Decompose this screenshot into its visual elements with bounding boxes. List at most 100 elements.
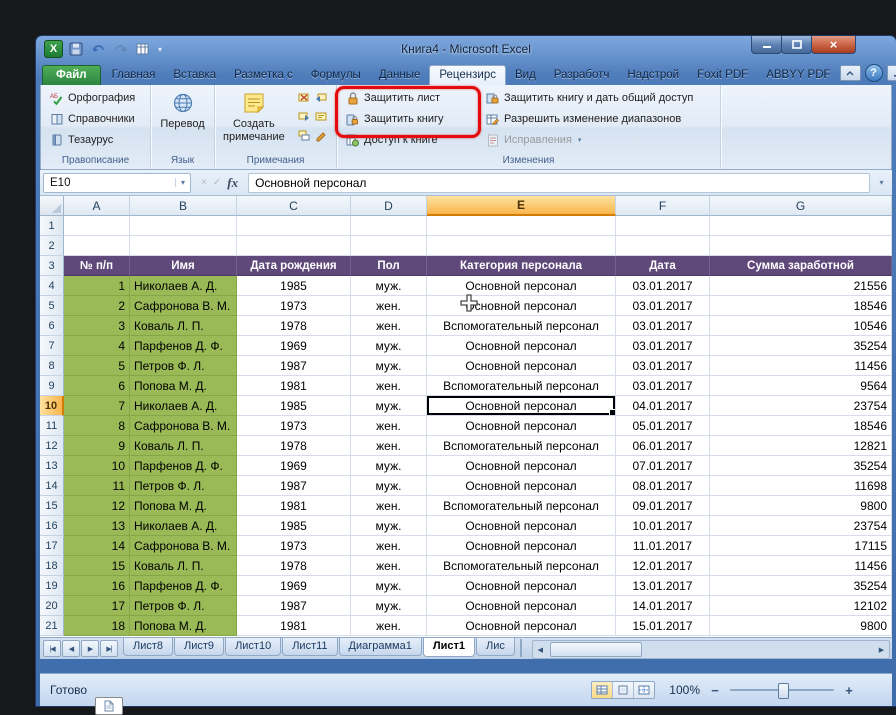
formula-bar-expand-icon[interactable]: ▾ [874, 178, 889, 187]
cell-F21[interactable]: 15.01.2017 [616, 616, 710, 636]
cell-G2[interactable] [710, 236, 892, 256]
cell-E18[interactable]: Вспомогательный персонал [427, 556, 616, 576]
cell-F4[interactable]: 03.01.2017 [616, 276, 710, 296]
normal-view-button[interactable] [592, 682, 614, 698]
cell-G1[interactable] [710, 216, 892, 236]
zoom-slider-handle[interactable] [778, 683, 789, 699]
cell-G16[interactable]: 23754 [710, 516, 892, 536]
cell-G12[interactable]: 12821 [710, 436, 892, 456]
next-comment-icon[interactable] [297, 110, 311, 124]
redo-icon[interactable] [111, 41, 129, 58]
zoom-in-button[interactable]: + [842, 683, 856, 698]
cell-D5[interactable]: жен. [351, 296, 427, 316]
cell-A10[interactable]: 7 [64, 396, 130, 416]
cell-E21[interactable]: Основной персонал [427, 616, 616, 636]
cell-E11[interactable]: Основной персонал [427, 416, 616, 436]
column-header-D[interactable]: D [351, 196, 427, 216]
cell-C13[interactable]: 1969 [237, 456, 351, 476]
cell-A7[interactable]: 4 [64, 336, 130, 356]
ribbon-tab-Данные[interactable]: Данные [370, 66, 430, 85]
row-header-15[interactable]: 15 [40, 496, 64, 516]
cell-D8[interactable]: муж. [351, 356, 427, 376]
cell-E12[interactable]: Вспомогательный персонал [427, 436, 616, 456]
cell-B14[interactable]: Петров Ф. Л. [130, 476, 237, 496]
cell-E20[interactable]: Основной персонал [427, 596, 616, 616]
spelling-button[interactable]: АБ Орфография [45, 88, 148, 108]
cell-F18[interactable]: 12.01.2017 [616, 556, 710, 576]
row-header-21[interactable]: 21 [40, 616, 64, 636]
close-button[interactable]: × [811, 36, 856, 54]
cell-C11[interactable]: 1973 [237, 416, 351, 436]
cell-F12[interactable]: 06.01.2017 [616, 436, 710, 456]
prev-sheet-icon[interactable]: ◀ [62, 640, 80, 657]
maximize-button[interactable] [781, 36, 812, 54]
row-header-17[interactable]: 17 [40, 536, 64, 556]
cell-B5[interactable]: Сафронова В. М. [130, 296, 237, 316]
row-header-12[interactable]: 12 [40, 436, 64, 456]
cell-A14[interactable]: 11 [64, 476, 130, 496]
sheet-tab-Диаграмма1[interactable]: Диаграмма1 [338, 638, 422, 656]
cell-B11[interactable]: Сафронова В. М. [130, 416, 237, 436]
sheet-tab-Лист1[interactable]: Лист1 [422, 638, 475, 657]
cell-A13[interactable]: 10 [64, 456, 130, 476]
cell-B3[interactable]: Имя [130, 256, 237, 276]
cell-A9[interactable]: 6 [64, 376, 130, 396]
cell-B13[interactable]: Парфенов Д. Ф. [130, 456, 237, 476]
sheet-tab-Лист11[interactable]: Лист11 [282, 638, 338, 656]
cell-E6[interactable]: Вспомогательный персонал [427, 316, 616, 336]
cell-D9[interactable]: жен. [351, 376, 427, 396]
cell-G7[interactable]: 35254 [710, 336, 892, 356]
cell-A11[interactable]: 8 [64, 416, 130, 436]
cell-F6[interactable]: 03.01.2017 [616, 316, 710, 336]
ribbon-tab-Надстрой[interactable]: Надстрой [618, 66, 688, 85]
cell-D20[interactable]: муж. [351, 596, 427, 616]
cell-C12[interactable]: 1978 [237, 436, 351, 456]
enter-entry-icon[interactable]: ✓ [213, 177, 221, 188]
row-header-19[interactable]: 19 [40, 576, 64, 596]
cell-B6[interactable]: Коваль Л. П. [130, 316, 237, 336]
cell-F9[interactable]: 03.01.2017 [616, 376, 710, 396]
cell-G11[interactable]: 18546 [710, 416, 892, 436]
zoom-slider[interactable] [730, 683, 834, 699]
cell-G20[interactable]: 12102 [710, 596, 892, 616]
show-hide-comment-icon[interactable] [314, 110, 328, 124]
cell-G17[interactable]: 17115 [710, 536, 892, 556]
ribbon-tab-ABBYY PDF[interactable]: ABBYY PDF [757, 66, 839, 85]
cell-D19[interactable]: муж. [351, 576, 427, 596]
column-header-G[interactable]: G [710, 196, 892, 216]
scroll-track[interactable] [548, 641, 874, 658]
cell-E19[interactable]: Основной персонал [427, 576, 616, 596]
cell-D17[interactable]: жен. [351, 536, 427, 556]
cell-B9[interactable]: Попова М. Д. [130, 376, 237, 396]
name-box-dropdown-icon[interactable]: ▾ [175, 178, 190, 187]
row-header-7[interactable]: 7 [40, 336, 64, 356]
cell-G3[interactable]: Сумма заработной [710, 256, 892, 276]
ribbon-tab-Foxit PDF[interactable]: Foxit PDF [688, 66, 757, 85]
cell-D12[interactable]: жен. [351, 436, 427, 456]
minimize-ribbon-icon[interactable] [839, 65, 861, 81]
protect-and-share-button[interactable]: Защитить книгу и дать общий доступ [481, 88, 697, 108]
excel-logo-icon[interactable]: X [44, 40, 63, 58]
cell-G13[interactable]: 35254 [710, 456, 892, 476]
cell-G10[interactable]: 23754 [710, 396, 892, 416]
cell-A21[interactable]: 18 [64, 616, 130, 636]
table-tool-icon[interactable] [133, 41, 151, 58]
cell-C5[interactable]: 1973 [237, 296, 351, 316]
previous-comment-icon[interactable] [314, 91, 328, 105]
cell-B12[interactable]: Коваль Л. П. [130, 436, 237, 456]
cell-E4[interactable]: Основной персонал [427, 276, 616, 296]
ribbon-tab-Вставка[interactable]: Вставка [164, 66, 225, 85]
cell-G5[interactable]: 18546 [710, 296, 892, 316]
cell-B17[interactable]: Сафронова В. М. [130, 536, 237, 556]
column-header-F[interactable]: F [616, 196, 710, 216]
save-icon[interactable] [67, 41, 85, 58]
cell-C10[interactable]: 1985 [237, 396, 351, 416]
cell-A12[interactable]: 9 [64, 436, 130, 456]
cell-C15[interactable]: 1981 [237, 496, 351, 516]
cell-D13[interactable]: муж. [351, 456, 427, 476]
sheet-tab-Лист9[interactable]: Лист9 [174, 638, 225, 656]
cell-D7[interactable]: муж. [351, 336, 427, 356]
cell-G8[interactable]: 11456 [710, 356, 892, 376]
cell-F17[interactable]: 11.01.2017 [616, 536, 710, 556]
name-box[interactable]: E10 ▾ [43, 172, 191, 193]
